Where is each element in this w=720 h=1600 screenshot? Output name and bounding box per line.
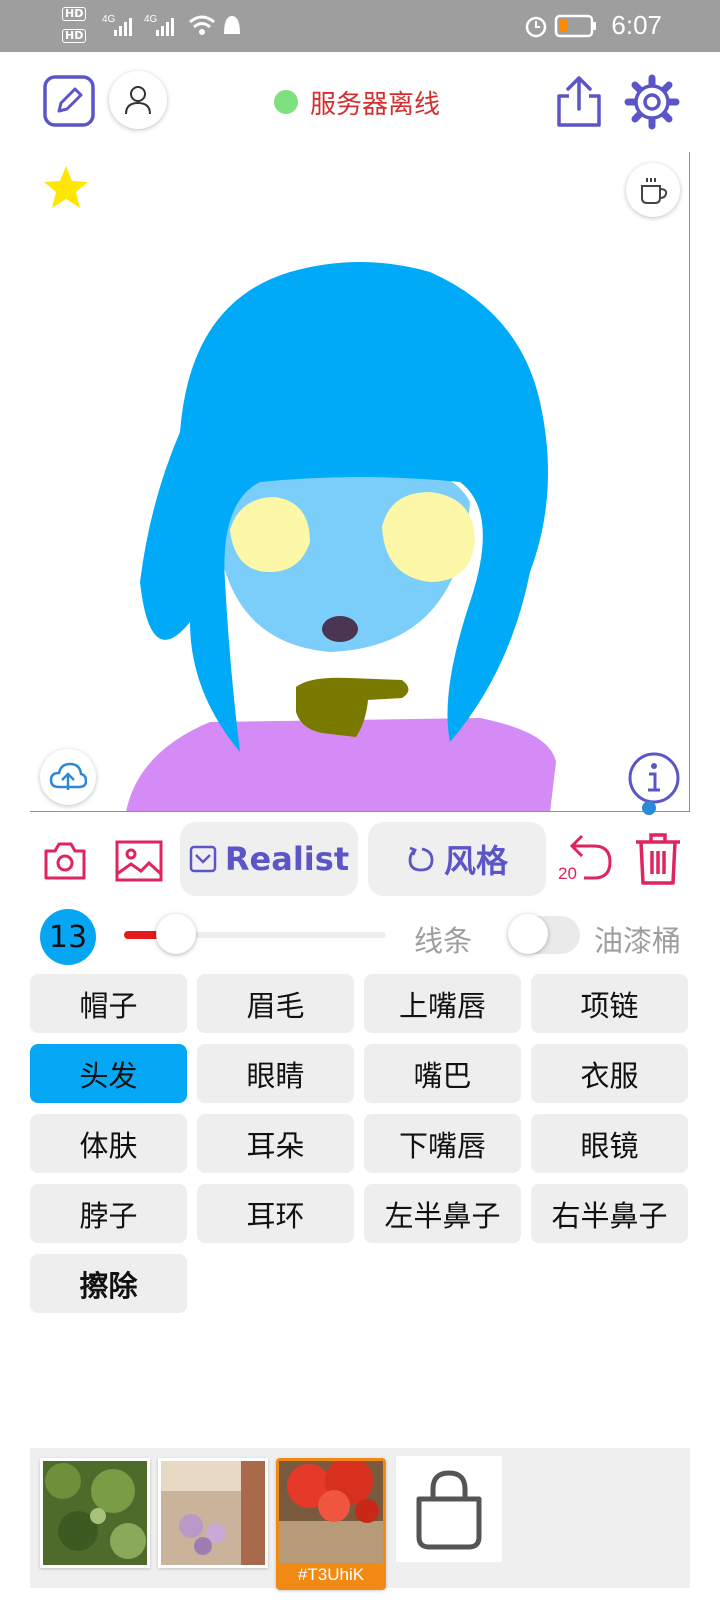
share-icon [557,76,601,127]
alarm-battery-icon [525,14,596,38]
share-button[interactable] [554,74,604,128]
signal2-label: 4G [144,14,158,25]
edit-button[interactable] [42,74,96,128]
part-right-nose[interactable]: 右半鼻子 [531,1184,688,1243]
pen-square-icon [43,75,95,127]
part-glasses[interactable]: 眼镜 [531,1114,688,1173]
part-neck[interactable]: 脖子 [30,1184,187,1243]
part-necklace[interactable]: 项链 [531,974,688,1033]
part-earrings[interactable]: 耳环 [197,1184,354,1243]
style-label: 风格 [443,842,508,880]
part-eyes[interactable]: 眼睛 [197,1044,354,1103]
delete-button[interactable] [634,832,682,886]
part-eyebrows[interactable]: 眉毛 [197,974,354,1033]
paint-bucket-label: 油漆桶 [594,924,682,958]
line-label: 线条 [414,924,473,958]
favorite-button[interactable] [42,164,90,212]
status-bar: HD HD 4G 4G 6:07 [0,0,720,52]
part-ears[interactable]: 耳朵 [197,1114,354,1173]
user-icon [125,86,151,115]
server-status-label: 服务器离线 [310,89,441,120]
shop-button[interactable] [396,1456,502,1562]
camera-icon [44,842,86,880]
brush-size-thumb[interactable] [156,914,197,954]
part-hair[interactable]: 头发 [30,1044,187,1103]
trash-icon [636,833,680,885]
canvas-resize-handle[interactable] [642,801,656,815]
checkbox-icon [189,845,217,873]
refresh-icon [408,846,434,872]
gear-icon [624,74,680,130]
account-button[interactable] [109,71,167,129]
clock: 6:07 [611,10,662,40]
face-part-grid: 帽子 眉毛 上嘴唇 项链 头发 眼睛 嘴巴 衣服 体肤 耳朵 下嘴唇 眼镜 脖子… [30,974,690,1313]
hd-badge-1: HD [62,7,87,21]
model-label: Realist [224,840,350,878]
lavender-image [161,1461,265,1565]
part-upper-lip[interactable]: 上嘴唇 [364,974,521,1033]
coffee-icon [641,178,668,204]
part-skin[interactable]: 体肤 [30,1114,187,1173]
drawing-canvas[interactable] [30,152,690,812]
style-button[interactable]: 风格 [368,822,546,896]
result-thumbnail[interactable] [158,1458,268,1568]
cloud-upload-icon [49,762,87,790]
result-thumbnail-selected[interactable]: #T3UhiK [276,1457,386,1590]
status-dot [274,90,298,114]
undo-count: 20 [558,864,577,883]
settings-button[interactable] [624,74,680,130]
bag-icon [416,1470,482,1550]
model-select-button[interactable]: Realist [180,822,358,896]
star-icon [44,166,88,208]
red-flowers-image [279,1457,383,1563]
result-thumbnail[interactable] [40,1458,150,1568]
canvas-edge [689,152,690,812]
upload-button[interactable] [40,749,96,805]
paint-bucket-toggle-knob[interactable] [508,914,548,954]
part-eraser[interactable]: 擦除 [30,1254,187,1313]
part-left-nose[interactable]: 左半鼻子 [364,1184,521,1243]
part-hat[interactable]: 帽子 [30,974,187,1033]
info-button[interactable] [626,750,682,806]
image-icon [115,840,163,882]
undo-button[interactable]: 20 [558,832,614,888]
server-status: 服务器离线 [274,86,441,120]
part-lower-lip[interactable]: 下嘴唇 [364,1114,521,1173]
brush-size-badge: 13 [40,909,96,965]
signal-icon: 4G 4G [102,14,240,36]
signal1-label: 4G [102,14,116,25]
gallery-button[interactable] [114,838,164,884]
part-clothes[interactable]: 衣服 [531,1044,688,1103]
info-icon [628,752,680,804]
part-mouth[interactable]: 嘴巴 [364,1044,521,1103]
result-tag: #T3UhiK [297,1565,365,1584]
sketch-drawing [126,262,556,812]
foliage-image [43,1461,147,1565]
hd-badge-2: HD [62,29,87,43]
coffee-button[interactable] [626,163,680,217]
canvas-bottom-edge [30,811,690,812]
camera-button[interactable] [42,838,88,884]
